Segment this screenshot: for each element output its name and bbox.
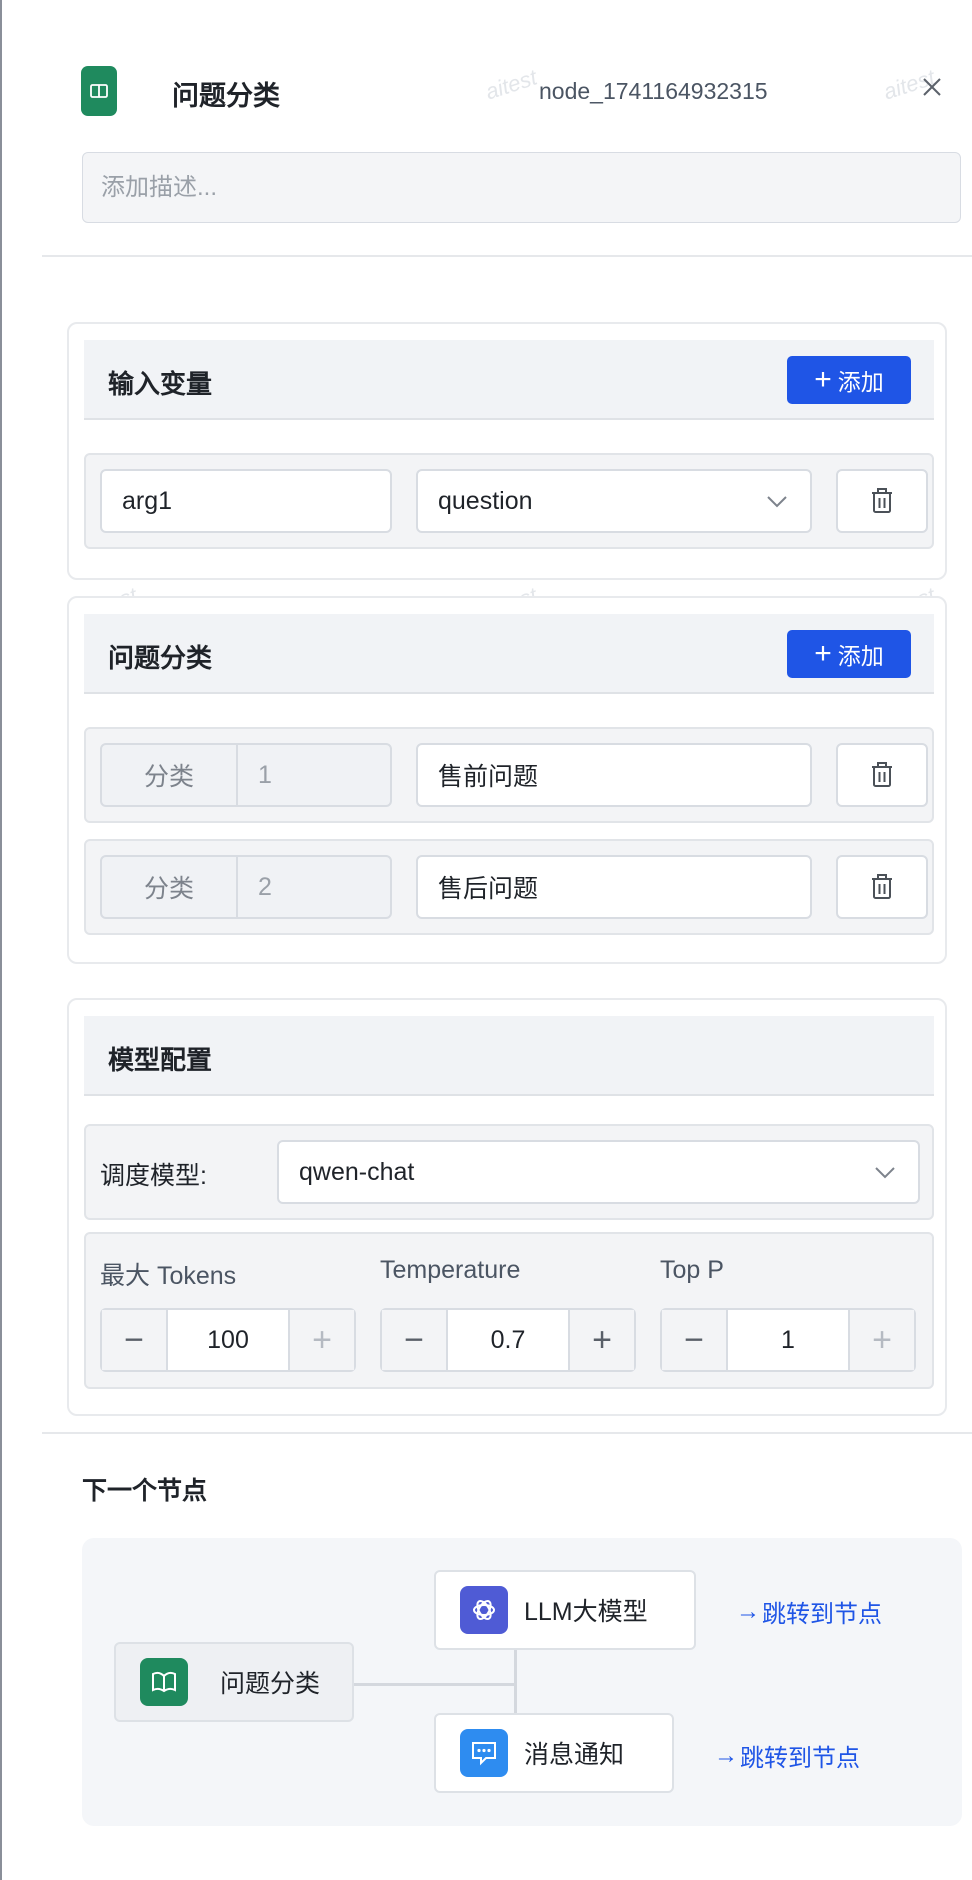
variable-name-value: arg1 — [122, 486, 173, 515]
category-text-value: 售前问题 — [438, 763, 539, 791]
node-label: 消息通知 — [524, 1741, 625, 1769]
variable-name-input[interactable]: arg1 — [100, 469, 392, 533]
delete-variable-button[interactable] — [836, 469, 928, 533]
category-row: 分类 2 售后问题 — [84, 839, 934, 935]
watermark: aitest — [482, 64, 541, 105]
classification-card: 问题分类 + 添加 分类 1 售前问题 分类 2 售后问题 — [67, 596, 947, 964]
section-title: 输入变量 — [108, 369, 213, 399]
category-text-input[interactable]: 售后问题 — [416, 855, 812, 919]
close-button[interactable] — [918, 73, 946, 101]
category-text-value: 售后问题 — [438, 875, 539, 903]
category-index-field: 分类 2 — [100, 855, 392, 919]
category-prefix: 分类 — [102, 745, 238, 805]
plus-icon: + — [814, 637, 832, 670]
delete-category-button[interactable] — [836, 855, 928, 919]
node-label: 问题分类 — [220, 1670, 321, 1698]
schedule-model-value: qwen-chat — [299, 1157, 415, 1186]
variable-source-select[interactable]: question — [416, 469, 812, 533]
node-type-icon — [81, 66, 117, 116]
model-config-card: 模型配置 调度模型: qwen-chat 最大 Tokens Temperatu… — [67, 998, 947, 1416]
category-index-field: 分类 1 — [100, 743, 392, 807]
category-index: 2 — [258, 872, 272, 901]
input-variables-card: 输入变量 + 添加 arg1 question — [67, 322, 947, 580]
decrement-button[interactable]: − — [102, 1310, 166, 1370]
decrement-button[interactable]: − — [662, 1310, 726, 1370]
input-variables-header: 输入变量 + 添加 — [84, 340, 934, 420]
max-tokens-stepper[interactable]: − 100 + — [100, 1308, 356, 1372]
category-text-input[interactable]: 售前问题 — [416, 743, 812, 807]
param-label: Top P — [660, 1256, 724, 1284]
connector-line — [354, 1683, 514, 1686]
target-node-message[interactable]: 消息通知 — [434, 1713, 674, 1793]
node-label: LLM大模型 — [524, 1598, 648, 1626]
divider — [42, 255, 972, 257]
stepper-value[interactable]: 100 — [166, 1310, 290, 1370]
section-title: 模型配置 — [108, 1045, 213, 1075]
close-icon — [923, 78, 941, 96]
schedule-model-label: 调度模型: — [100, 1162, 207, 1190]
top-p-stepper[interactable]: − 1 + — [660, 1308, 916, 1372]
model-params-row: 最大 Tokens Temperature Top P − 100 + − 0.… — [84, 1232, 934, 1389]
classification-header: 问题分类 + 添加 — [84, 614, 934, 694]
next-node-title: 下一个节点 — [82, 1477, 208, 1505]
jump-link-label: 跳转到节点 — [740, 1745, 860, 1772]
node-id: node_1741164932315 — [539, 78, 768, 104]
variable-row: arg1 question — [84, 453, 934, 549]
trash-icon — [872, 488, 892, 513]
target-node-llm[interactable]: LLM大模型 — [434, 1570, 696, 1650]
book-icon — [140, 1658, 188, 1706]
description-input[interactable] — [82, 152, 961, 223]
model-config-header: 模型配置 — [84, 1016, 934, 1096]
section-title: 问题分类 — [108, 643, 213, 673]
next-node-graph: 问题分类 LLM大模型 → 跳转到节点 消息通知 → 跳转到节点 — [82, 1538, 962, 1826]
increment-button[interactable]: + — [850, 1310, 914, 1370]
category-prefix: 分类 — [102, 857, 238, 917]
add-button-label: 添加 — [837, 643, 884, 669]
plus-icon: + — [814, 363, 832, 396]
source-node[interactable]: 问题分类 — [114, 1642, 354, 1722]
panel-title[interactable]: 问题分类 — [172, 74, 280, 113]
trash-icon — [872, 874, 892, 899]
schedule-model-row: 调度模型: qwen-chat — [84, 1124, 934, 1220]
increment-button[interactable]: + — [570, 1310, 634, 1370]
arrow-right-icon: → — [714, 1741, 738, 1769]
jump-to-node-link[interactable]: → 跳转到节点 — [714, 1738, 860, 1773]
arrow-right-icon: → — [736, 1597, 760, 1625]
message-icon — [460, 1729, 508, 1777]
add-variable-button[interactable]: + 添加 — [787, 356, 911, 404]
stepper-value[interactable]: 0.7 — [446, 1310, 570, 1370]
book-icon — [90, 84, 108, 98]
param-label: 最大 Tokens — [100, 1262, 237, 1290]
decrement-button[interactable]: − — [382, 1310, 446, 1370]
jump-link-label: 跳转到节点 — [762, 1601, 882, 1628]
divider — [42, 1432, 972, 1434]
chevron-down-icon — [767, 496, 787, 508]
param-label: Temperature — [380, 1256, 521, 1284]
add-category-button[interactable]: + 添加 — [787, 630, 911, 678]
schedule-model-select[interactable]: qwen-chat — [277, 1140, 920, 1204]
stepper-value[interactable]: 1 — [726, 1310, 850, 1370]
increment-button[interactable]: + — [290, 1310, 354, 1370]
temperature-stepper[interactable]: − 0.7 + — [380, 1308, 636, 1372]
chevron-down-icon — [875, 1167, 895, 1179]
add-button-label: 添加 — [837, 369, 884, 395]
trash-icon — [872, 762, 892, 787]
openai-icon — [460, 1586, 508, 1634]
window-edge — [0, 0, 2, 1880]
delete-category-button[interactable] — [836, 743, 928, 807]
variable-source-value: question — [438, 486, 533, 515]
category-row: 分类 1 售前问题 — [84, 727, 934, 823]
jump-to-node-link[interactable]: → 跳转到节点 — [736, 1594, 882, 1629]
category-index: 1 — [258, 760, 272, 789]
